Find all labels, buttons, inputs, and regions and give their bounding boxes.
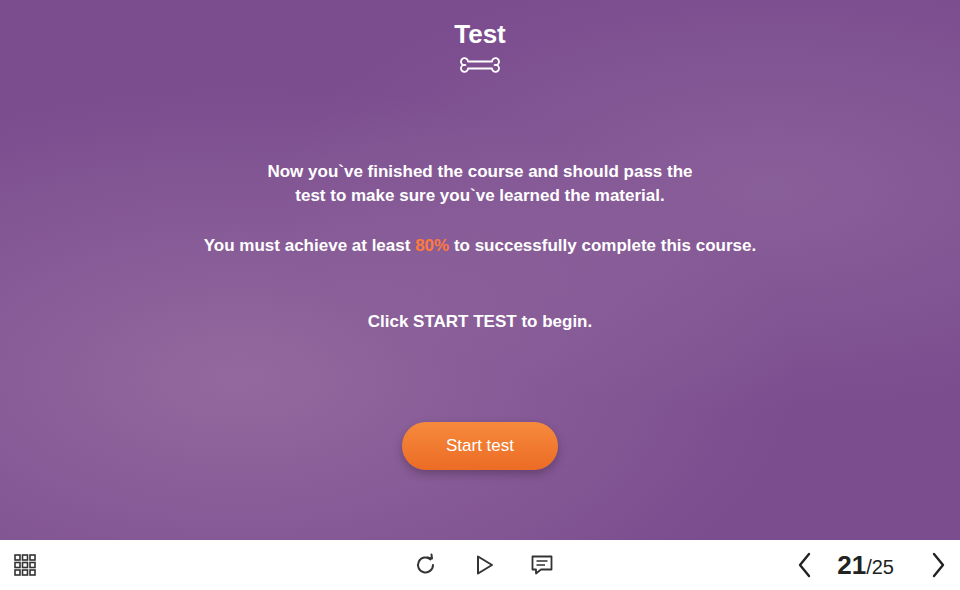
- start-test-button[interactable]: Start test: [402, 422, 558, 470]
- slide: Test Now you`ve finished the course and s…: [0, 0, 960, 540]
- menu-grid-icon[interactable]: [13, 553, 37, 577]
- slide-title: Test: [454, 18, 506, 50]
- pass-score: 80%: [415, 236, 449, 255]
- total-slides: /25: [866, 556, 894, 578]
- player-toolbar: 21/25: [0, 540, 960, 590]
- replay-icon[interactable]: [414, 553, 438, 577]
- instruction-text: Click START TEST to begin.: [368, 310, 592, 334]
- previous-icon[interactable]: [795, 551, 815, 579]
- intro-line: test to make sure you`ve learned the mat…: [267, 184, 692, 208]
- intro-line: Now you`ve finished the course and shoul…: [267, 160, 692, 184]
- requirement-text: You must achieve at least 80% to success…: [204, 234, 756, 258]
- bone-icon: [460, 56, 500, 74]
- next-icon[interactable]: [928, 551, 948, 579]
- slide-counter: 21/25: [837, 550, 894, 581]
- course-player: Test Now you`ve finished the course and s…: [0, 0, 960, 590]
- intro-text: Now you`ve finished the course and shoul…: [267, 160, 692, 208]
- play-icon[interactable]: [472, 553, 496, 577]
- comment-icon[interactable]: [530, 553, 554, 577]
- current-slide: 21: [837, 550, 866, 580]
